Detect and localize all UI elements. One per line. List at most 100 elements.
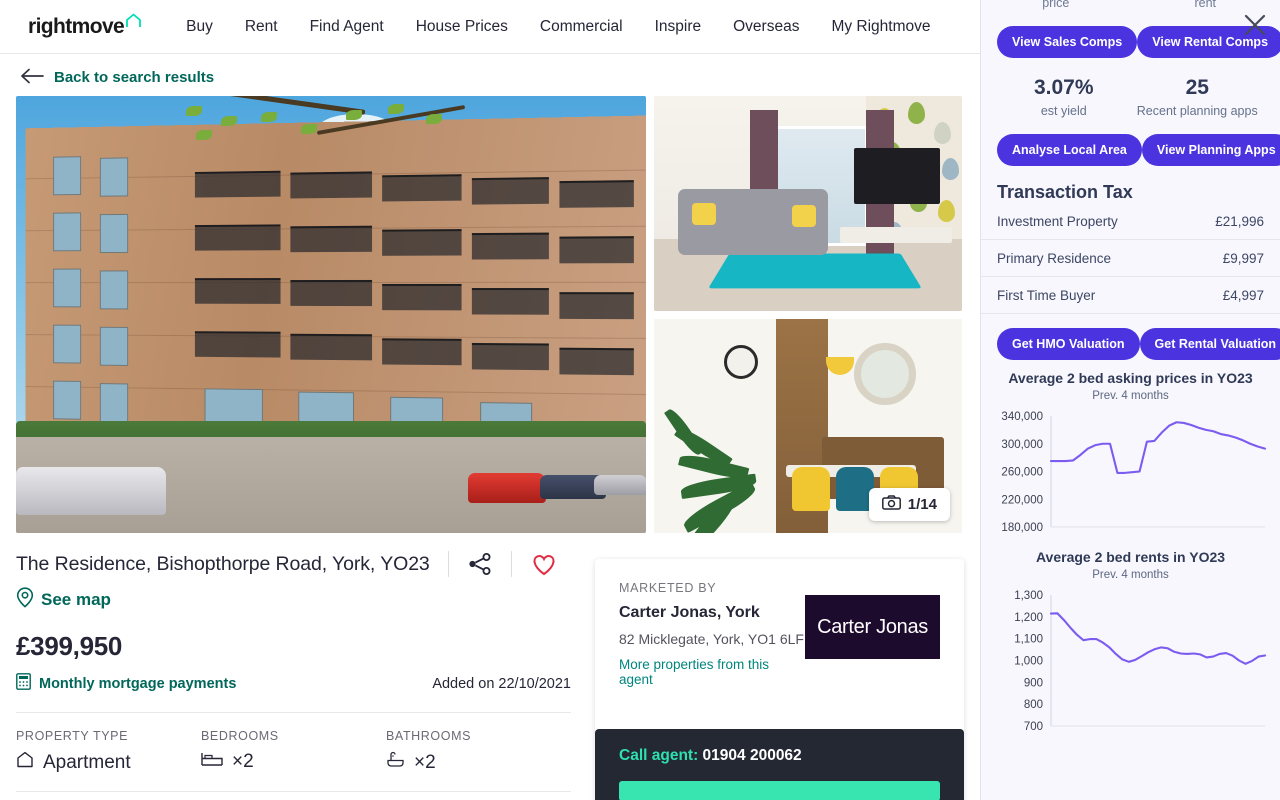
cut-label-rent: rent <box>1131 0 1280 14</box>
planning-apps-label: Recent planning apps <box>1131 104 1265 118</box>
agent-phone-number: 01904 200062 <box>703 747 802 764</box>
close-icon[interactable] <box>1244 14 1266 36</box>
apartment-building <box>25 115 646 459</box>
spec-label: BEDROOMS <box>201 729 386 743</box>
svg-text:700: 700 <box>1024 721 1043 733</box>
analyse-local-area-button[interactable]: Analyse Local Area <box>997 134 1142 166</box>
rents-chart-subtitle: Prev. 4 months <box>989 569 1272 581</box>
rents-chart-title: Average 2 bed rents in YO23 <box>989 549 1272 565</box>
added-on-label: Added on 22/10/2021 <box>432 676 571 692</box>
nav-item-buy[interactable]: Buy <box>170 18 229 36</box>
rents-chart[interactable]: 1,300 1,200 1,100 1,000 900 800 700 <box>989 589 1272 734</box>
photo-counter[interactable]: 1/14 <box>869 488 950 521</box>
est-yield-label: est yield <box>997 104 1131 118</box>
marketed-by-label: MARKETED BY <box>619 581 940 595</box>
arrow-left-icon <box>20 68 42 86</box>
see-map-label: See map <box>41 590 111 610</box>
asking-prices-chart[interactable]: 340,000 300,000 260,000 220,000 180,000 <box>989 410 1272 535</box>
stat-planning-apps: 25 Recent planning apps <box>1131 76 1265 118</box>
cut-label-price: price <box>981 0 1131 14</box>
bedrooms-value: ×2 <box>232 751 254 773</box>
calculator-icon <box>16 673 31 694</box>
asking-prices-chart-title: Average 2 bed asking prices in YO23 <box>989 370 1272 386</box>
call-agent-line[interactable]: Call agent: 01904 200062 <box>619 747 940 765</box>
get-rental-valuation-button[interactable]: Get Rental Valuation <box>1140 328 1280 360</box>
svg-text:300,000: 300,000 <box>1001 439 1043 451</box>
see-map-link[interactable]: See map <box>16 587 571 613</box>
divider <box>511 551 512 577</box>
property-price: £399,950 <box>16 631 571 662</box>
svg-text:900: 900 <box>1024 677 1043 689</box>
svg-text:1,100: 1,100 <box>1014 634 1043 646</box>
svg-text:1,300: 1,300 <box>1014 590 1043 602</box>
tax-row-primary-residence: Primary Residence £9,997 <box>981 240 1280 277</box>
living-room-scene <box>654 96 962 311</box>
house-outline-icon <box>125 10 142 34</box>
view-planning-apps-button[interactable]: View Planning Apps <box>1142 134 1280 166</box>
spec-bathrooms: BATHROOMS ×2 <box>386 729 571 775</box>
camera-icon <box>882 495 901 514</box>
property-info: The Residence, Bishopthorpe Road, York, … <box>16 551 571 800</box>
nav-item-overseas[interactable]: Overseas <box>717 18 815 36</box>
image-gallery: 1/14 <box>0 96 980 533</box>
bathrooms-value: ×2 <box>414 752 436 774</box>
agent-name: Carter Jonas, York <box>619 604 805 622</box>
side-image-column: 1/14 <box>654 96 962 533</box>
page-title: The Residence, Bishopthorpe Road, York, … <box>16 553 430 576</box>
svg-text:800: 800 <box>1024 699 1043 711</box>
tax-value: £4,997 <box>1223 288 1264 303</box>
tax-row-investment-property: Investment Property £21,996 <box>981 203 1280 240</box>
nav-item-commercial[interactable]: Commercial <box>524 18 639 36</box>
spec-value-row: ×2 <box>386 751 571 775</box>
spec-label: BATHROOMS <box>386 729 571 743</box>
svg-text:220,000: 220,000 <box>1001 494 1043 506</box>
divider <box>448 551 449 577</box>
cut-off-labels-row: price rent <box>981 0 1280 14</box>
car <box>468 473 546 503</box>
property-summary-section: The Residence, Bishopthorpe Road, York, … <box>0 533 980 800</box>
nav-item-house-prices[interactable]: House Prices <box>400 18 524 36</box>
logo-text: rightmove <box>28 15 124 39</box>
agent-logo-text: Carter Jonas <box>817 616 928 639</box>
asking-prices-chart-subtitle: Prev. 4 months <box>989 390 1272 402</box>
palm-plant <box>654 353 778 533</box>
spec-value-row: ×2 <box>201 751 386 773</box>
local-area-button-row: Analyse Local Area View Planning Apps <box>981 118 1280 166</box>
valuation-button-row: Get HMO Valuation Get Rental Valuation <box>981 314 1280 360</box>
more-properties-link[interactable]: More properties from this agent <box>619 657 805 687</box>
interior-dining-room-image[interactable]: 1/14 <box>654 319 962 534</box>
tax-label: Investment Property <box>997 214 1118 229</box>
back-to-search-link[interactable]: Back to search results <box>54 69 214 86</box>
nav-item-my-rightmove[interactable]: My Rightmove <box>815 18 946 36</box>
car <box>16 467 166 515</box>
monthly-mortgage-link[interactable]: Monthly mortgage payments <box>16 673 236 694</box>
hero-image[interactable] <box>16 96 646 533</box>
rightmove-logo[interactable]: rightmove <box>28 15 142 39</box>
property-detail-page: rightmove Buy Rent Find Agent House Pric… <box>0 0 1280 800</box>
planning-apps-value: 25 <box>1131 76 1265 100</box>
get-hmo-valuation-button[interactable]: Get HMO Valuation <box>997 328 1140 360</box>
tax-label: First Time Buyer <box>997 288 1095 303</box>
email-agent-button[interactable] <box>619 781 940 800</box>
monthly-mortgage-label: Monthly mortgage payments <box>39 676 236 692</box>
spec-property-type: PROPERTY TYPE Apartment <box>16 729 201 775</box>
agent-logo[interactable]: Carter Jonas <box>805 595 940 659</box>
car <box>594 475 646 495</box>
svg-text:1,200: 1,200 <box>1014 612 1043 624</box>
agent-address: 82 Micklegate, York, YO1 6LF <box>619 631 805 647</box>
heart-icon[interactable] <box>530 551 558 577</box>
svg-text:260,000: 260,000 <box>1001 467 1043 479</box>
nav-item-find-agent[interactable]: Find Agent <box>294 18 400 36</box>
nav-item-rent[interactable]: Rent <box>229 18 294 36</box>
interior-living-room-image[interactable] <box>654 96 962 311</box>
back-to-search-row[interactable]: Back to search results <box>0 54 980 96</box>
share-icon[interactable] <box>467 552 493 576</box>
nav-item-inspire[interactable]: Inspire <box>639 18 718 36</box>
nav-items: Buy Rent Find Agent House Prices Commerc… <box>170 18 946 36</box>
property-specs: PROPERTY TYPE Apartment BEDROOMS ×2 BATH… <box>16 712 571 792</box>
agent-text-block: Carter Jonas, York 82 Micklegate, York, … <box>619 595 805 687</box>
top-navigation-bar: rightmove Buy Rent Find Agent House Pric… <box>0 0 980 54</box>
svg-text:340,000: 340,000 <box>1001 411 1043 423</box>
view-sales-comps-button[interactable]: View Sales Comps <box>997 26 1137 58</box>
tax-row-first-time-buyer: First Time Buyer £4,997 <box>981 277 1280 314</box>
